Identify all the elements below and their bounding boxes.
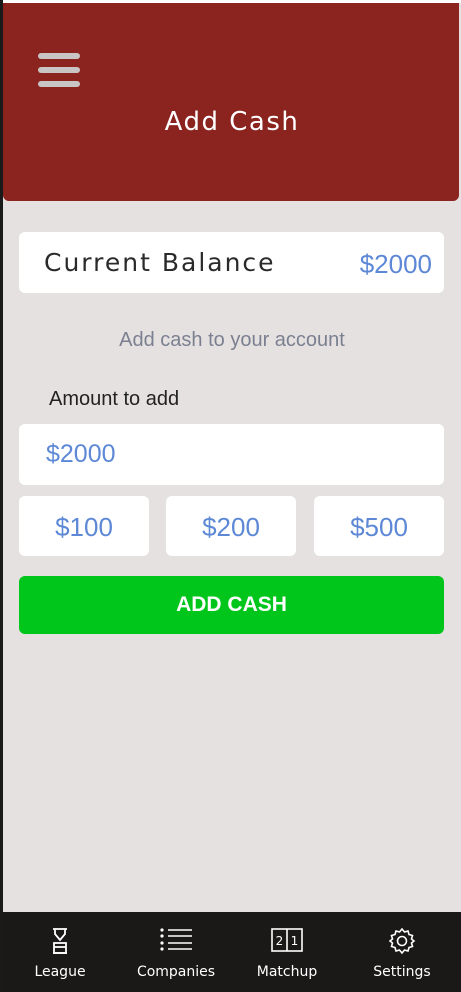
tab-matchup[interactable]: 2 1 Matchup [244, 912, 330, 992]
hourglass-icon [50, 927, 70, 960]
list-icon [159, 927, 193, 958]
svg-text:1: 1 [291, 934, 299, 948]
menu-icon[interactable] [38, 53, 80, 89]
page-title: Add Cash [164, 107, 300, 137]
balance-value: $2000 [359, 249, 432, 279]
header-bar: Add Cash [3, 3, 459, 201]
tab-settings-label: Settings [373, 964, 431, 980]
tab-settings[interactable]: Settings [359, 912, 445, 992]
tab-companies-label: Companies [136, 964, 216, 980]
tab-matchup-label: Matchup [256, 964, 318, 980]
bottom-tab-bar: League Companies 2 1 Matchup Settings [3, 912, 461, 992]
preset-500-button[interactable]: $500 [314, 496, 444, 556]
balance-label: Current Balance [44, 248, 276, 277]
amount-label: Amount to add [49, 388, 180, 410]
app-screen: Add Cash Current Balance $2000 Add cash … [3, 3, 461, 992]
scoreboard-icon: 2 1 [271, 927, 303, 958]
tab-companies[interactable]: Companies [131, 912, 221, 992]
svg-text:2: 2 [276, 934, 284, 948]
tab-league[interactable]: League [17, 912, 103, 992]
gear-icon [388, 927, 416, 960]
tab-league-label: League [34, 964, 86, 980]
amount-input[interactable] [19, 424, 444, 485]
balance-card: Current Balance $2000 [19, 232, 444, 293]
preset-100-button[interactable]: $100 [19, 496, 149, 556]
instruction-text: Add cash to your account [119, 329, 345, 351]
preset-200-button[interactable]: $200 [166, 496, 296, 556]
add-cash-button[interactable]: ADD CASH [19, 576, 444, 634]
